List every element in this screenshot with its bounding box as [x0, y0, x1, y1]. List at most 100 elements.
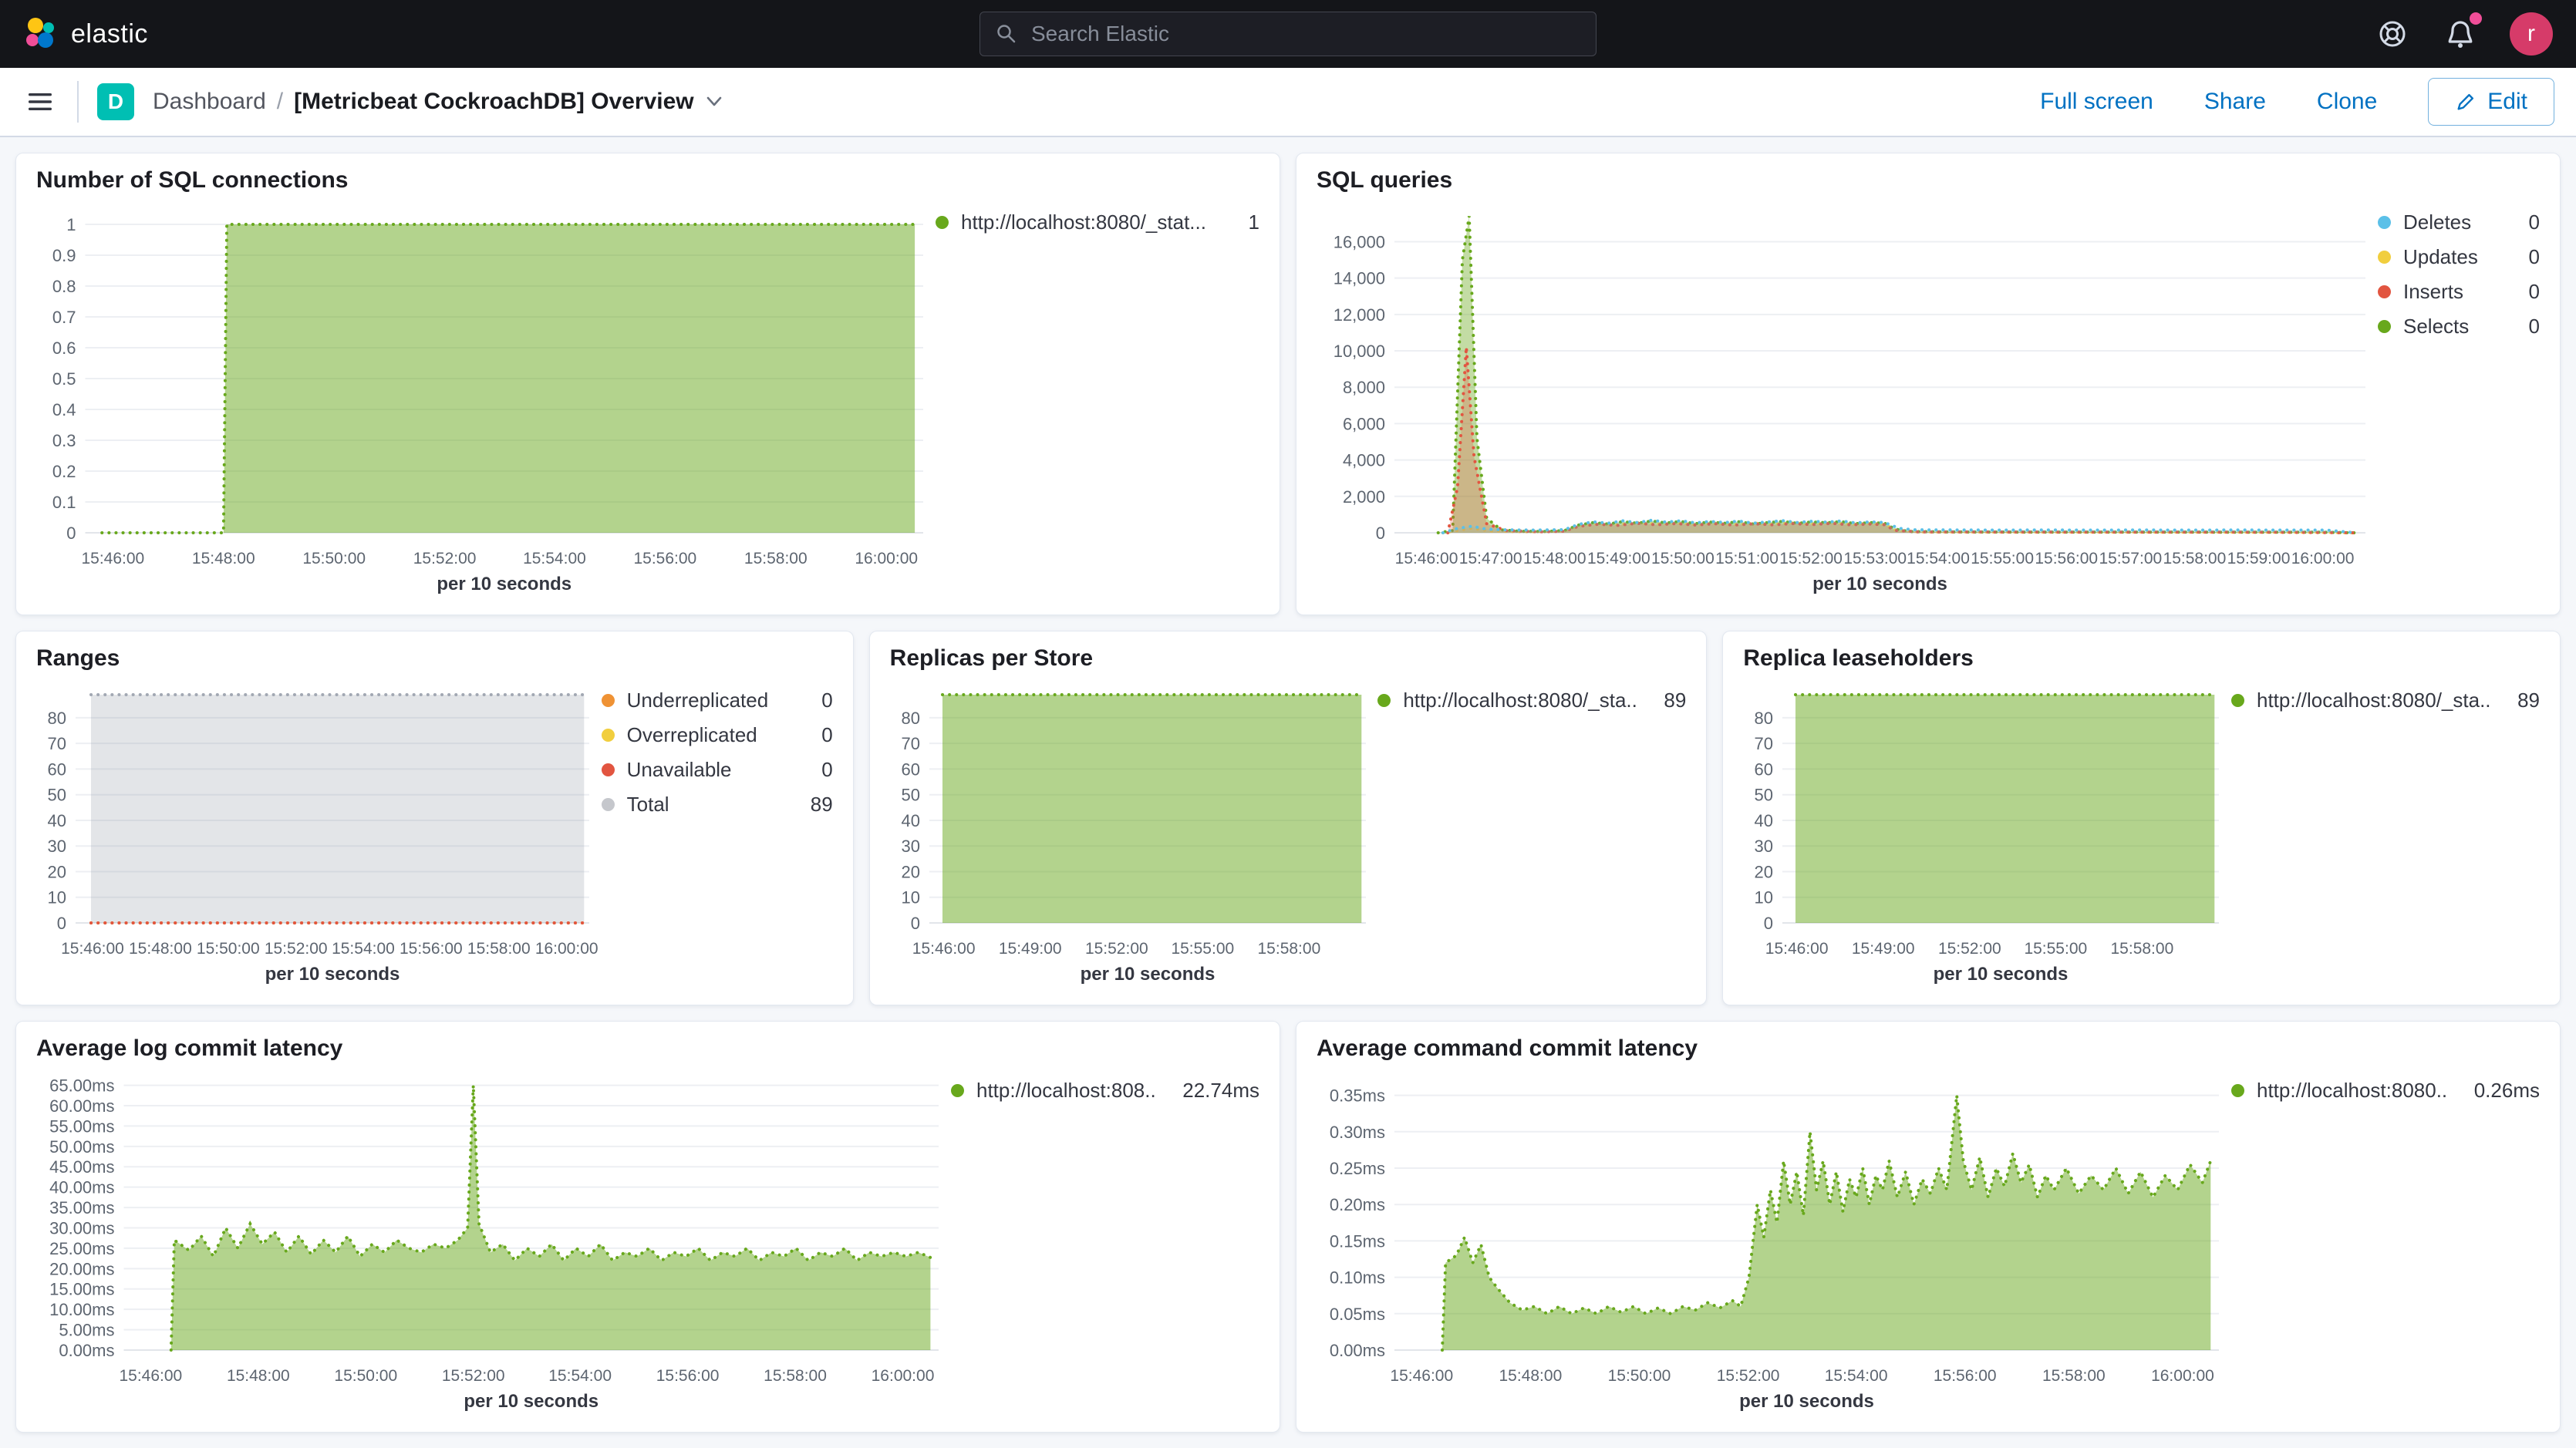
- svg-text:15:52:00: 15:52:00: [442, 1367, 505, 1385]
- legend-item[interactable]: http://localhost:8080/_sta...89: [2231, 689, 2540, 712]
- svg-text:0.7: 0.7: [52, 308, 76, 327]
- legend-label: Underreplicated: [627, 689, 769, 712]
- svg-text:10.00ms: 10.00ms: [49, 1300, 114, 1319]
- panel-ranges: Ranges 8070605040302010015:46:0015:48:00…: [15, 631, 854, 1005]
- svg-text:50.00ms: 50.00ms: [49, 1137, 114, 1157]
- svg-text:per 10 seconds: per 10 seconds: [265, 964, 400, 985]
- legend-series-dot: [2231, 694, 2244, 707]
- panel-replica-leaseholders: Replica leaseholders 8070605040302010015…: [1722, 631, 2561, 1005]
- help-icon[interactable]: [2374, 15, 2411, 52]
- svg-text:15:50:00: 15:50:00: [1608, 1367, 1671, 1385]
- svg-text:0: 0: [66, 524, 76, 543]
- svg-text:70: 70: [1755, 734, 1773, 753]
- svg-text:15:57:00: 15:57:00: [2099, 550, 2162, 567]
- panel-title: Average log commit latency: [36, 1035, 1259, 1062]
- replica-leaseholders-chart[interactable]: 8070605040302010015:46:0015:49:0015:52:0…: [1743, 675, 2231, 991]
- svg-text:60: 60: [48, 759, 66, 779]
- svg-text:15:50:00: 15:50:00: [302, 550, 366, 567]
- legend-series-dot: [1377, 694, 1391, 707]
- legend-item[interactable]: Deletes0: [2378, 210, 2540, 234]
- svg-text:5.00ms: 5.00ms: [59, 1321, 114, 1340]
- menu-icon[interactable]: [22, 83, 59, 120]
- legend-item[interactable]: http://localhost:8080/_sta...89: [1377, 689, 1686, 712]
- svg-text:60: 60: [1755, 759, 1773, 779]
- full-screen-button[interactable]: Full screen: [2040, 89, 2153, 115]
- svg-text:40.00ms: 40.00ms: [49, 1178, 114, 1197]
- svg-text:16:00:00: 16:00:00: [855, 550, 918, 567]
- svg-text:15:46:00: 15:46:00: [1390, 1367, 1453, 1385]
- svg-text:15:58:00: 15:58:00: [1257, 940, 1320, 958]
- svg-text:20: 20: [901, 862, 919, 881]
- legend-label: Unavailable: [627, 758, 732, 782]
- legend-item[interactable]: Underreplicated0: [602, 689, 833, 712]
- panel-title: Ranges: [36, 645, 833, 672]
- legend-series-dot: [602, 798, 615, 811]
- svg-text:15:54:00: 15:54:00: [1825, 1367, 1888, 1385]
- legend-item[interactable]: Unavailable0: [602, 758, 833, 782]
- legend-label: http://localhost:8080/_stat...: [961, 210, 1206, 234]
- global-search[interactable]: [979, 12, 1597, 56]
- command-commit-latency-chart[interactable]: 0.35ms0.30ms0.25ms0.20ms0.15ms0.10ms0.05…: [1317, 1065, 2231, 1418]
- svg-text:15.00ms: 15.00ms: [49, 1280, 114, 1299]
- log-commit-latency-chart[interactable]: 65.00ms60.00ms55.00ms50.00ms45.00ms40.00…: [36, 1065, 951, 1418]
- legend-item[interactable]: Overreplicated0: [602, 723, 833, 747]
- panel-replicas-per-store: Replicas per Store 8070605040302010015:4…: [869, 631, 1708, 1005]
- svg-text:15:46:00: 15:46:00: [61, 940, 124, 958]
- toolbar-divider: [77, 81, 79, 123]
- svg-text:0.5: 0.5: [52, 369, 76, 389]
- legend-item[interactable]: Inserts0: [2378, 280, 2540, 304]
- svg-text:10: 10: [1755, 888, 1773, 908]
- svg-text:per 10 seconds: per 10 seconds: [1080, 964, 1215, 985]
- legend-series-dot: [602, 694, 615, 707]
- edit-button[interactable]: Edit: [2428, 78, 2554, 126]
- toolbar-actions: Full screen Share Clone Edit: [2040, 78, 2554, 126]
- svg-text:0.2: 0.2: [52, 462, 76, 481]
- elastic-logo[interactable]: elastic: [23, 17, 148, 51]
- legend-item[interactable]: http://localhost:8080/_stat...1: [936, 210, 1259, 234]
- ranges-chart[interactable]: 8070605040302010015:46:0015:48:0015:50:0…: [36, 675, 602, 991]
- search-input[interactable]: [1030, 21, 1580, 47]
- sql-connections-chart[interactable]: 10.90.80.70.60.50.40.30.20.1015:46:0015:…: [36, 197, 936, 601]
- share-button[interactable]: Share: [2204, 89, 2266, 115]
- legend-item[interactable]: http://localhost:8080...0.26ms: [2231, 1079, 2540, 1103]
- space-badge[interactable]: D: [97, 83, 134, 120]
- svg-text:20: 20: [48, 862, 66, 881]
- svg-text:0.10ms: 0.10ms: [1330, 1268, 1385, 1288]
- svg-text:4,000: 4,000: [1343, 451, 1385, 470]
- panel-average-log-commit-latency: Average log commit latency 65.00ms60.00m…: [15, 1021, 1280, 1433]
- clone-button[interactable]: Clone: [2317, 89, 2377, 115]
- svg-text:25.00ms: 25.00ms: [49, 1239, 114, 1258]
- svg-text:12,000: 12,000: [1334, 305, 1385, 325]
- svg-text:15:52:00: 15:52:00: [1779, 550, 1843, 567]
- legend-series-dot: [2231, 1084, 2244, 1097]
- user-avatar[interactable]: r: [2510, 12, 2553, 56]
- legend-value: 89: [1648, 689, 1686, 712]
- svg-text:15:46:00: 15:46:00: [1395, 550, 1458, 567]
- notifications-icon[interactable]: [2442, 15, 2479, 52]
- legend-label: http://localhost:808...: [976, 1079, 1155, 1103]
- legend-item[interactable]: http://localhost:808...22.74ms: [951, 1079, 1259, 1103]
- brand-name: elastic: [71, 19, 148, 49]
- svg-text:15:58:00: 15:58:00: [744, 550, 808, 567]
- legend-series-dot: [2378, 216, 2391, 229]
- legend-item[interactable]: Total89: [602, 793, 833, 817]
- chevron-down-icon[interactable]: [705, 96, 723, 108]
- svg-text:0: 0: [1376, 524, 1385, 543]
- svg-text:0.20ms: 0.20ms: [1330, 1195, 1385, 1214]
- svg-text:65.00ms: 65.00ms: [49, 1076, 114, 1096]
- svg-text:30.00ms: 30.00ms: [49, 1218, 114, 1238]
- svg-text:0.00ms: 0.00ms: [1330, 1341, 1385, 1360]
- svg-text:16:00:00: 16:00:00: [872, 1367, 935, 1385]
- sql-queries-chart[interactable]: 16,00014,00012,00010,0008,0006,0004,0002…: [1317, 197, 2378, 601]
- svg-text:15:58:00: 15:58:00: [764, 1367, 827, 1385]
- svg-text:15:48:00: 15:48:00: [1523, 550, 1586, 567]
- breadcrumb-dashboard-link[interactable]: Dashboard: [153, 89, 266, 115]
- svg-text:10: 10: [901, 888, 919, 908]
- panel-number-of-sql-connections: Number of SQL connections 10.90.80.70.60…: [15, 153, 1280, 615]
- svg-text:15:52:00: 15:52:00: [1717, 1367, 1780, 1385]
- chart-legend: http://localhost:808...22.74ms: [951, 1065, 1259, 1418]
- legend-item[interactable]: Selects0: [2378, 315, 2540, 338]
- dashboard-toolbar: D Dashboard / [Metricbeat CockroachDB] O…: [0, 68, 2576, 137]
- replicas-per-store-chart[interactable]: 8070605040302010015:46:0015:49:0015:52:0…: [890, 675, 1378, 991]
- legend-item[interactable]: Updates0: [2378, 245, 2540, 269]
